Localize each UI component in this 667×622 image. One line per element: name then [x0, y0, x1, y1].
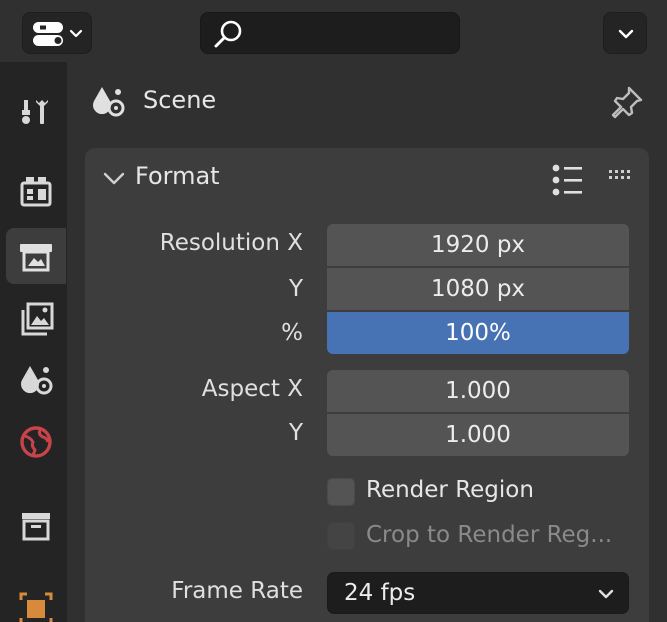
- editor-type-icon: [33, 22, 83, 46]
- aspect-x-field[interactable]: 1.000: [327, 370, 629, 412]
- render-icon: [20, 177, 52, 207]
- tab-render[interactable]: [6, 162, 66, 218]
- pin-icon[interactable]: [607, 82, 647, 122]
- tab-tool[interactable]: [6, 82, 66, 138]
- tab-collection[interactable]: [6, 498, 66, 554]
- context-row: Scene: [67, 62, 667, 142]
- format-panel-header[interactable]: Format: [85, 148, 649, 206]
- format-panel: Format Resolution X Y % 1920 px 1080 px …: [85, 148, 649, 622]
- properties-tab-strip: [0, 62, 67, 622]
- frame-rate-label: Frame Rate: [171, 578, 303, 604]
- scene-icon: [21, 366, 53, 395]
- aspect-y-field[interactable]: 1.000: [327, 414, 629, 456]
- properties-editor: Scene Format Resolution X Y % 1920 px 10…: [0, 0, 667, 622]
- world-icon: [20, 426, 52, 458]
- resolution-x-label: Resolution X: [159, 230, 303, 256]
- aspect-x-label: Aspect X: [201, 376, 303, 402]
- frame-rate-value: 24 fps: [344, 580, 416, 606]
- tab-output[interactable]: [6, 228, 66, 284]
- resolution-percent-label: %: [281, 320, 303, 346]
- chevron-down-icon: [598, 589, 614, 599]
- properties-content: Scene Format Resolution X Y % 1920 px 10…: [67, 62, 667, 622]
- tab-scene[interactable]: [6, 352, 66, 408]
- scene-icon: [93, 87, 125, 117]
- editor-header: [0, 0, 667, 62]
- aspect-y-label: Y: [288, 420, 303, 446]
- render-region-checkbox[interactable]: [327, 478, 355, 506]
- tab-view-layer[interactable]: [6, 290, 66, 346]
- crop-to-render-region-label: Crop to Render Reg...: [366, 522, 613, 548]
- chevron-down-icon: [103, 172, 125, 185]
- tab-world[interactable]: [6, 414, 66, 470]
- chevron-down-icon: [618, 29, 634, 39]
- tab-object[interactable]: [6, 578, 66, 622]
- context-label: Scene: [143, 86, 217, 114]
- crop-to-render-region-checkbox[interactable]: [327, 522, 355, 550]
- tool-icon: [22, 100, 48, 124]
- render-region-label: Render Region: [366, 477, 534, 503]
- frame-rate-dropdown[interactable]: 24 fps: [327, 572, 629, 614]
- view-layer-icon: [21, 302, 54, 336]
- resolution-y-label: Y: [288, 276, 303, 302]
- output-icon: [20, 244, 52, 272]
- editor-type-button[interactable]: [22, 12, 92, 54]
- resolution-percent-field[interactable]: 100%: [327, 312, 629, 354]
- collection-icon: [22, 513, 50, 541]
- object-icon: [19, 592, 53, 622]
- search-icon: [214, 20, 242, 48]
- presets-list-icon[interactable]: [549, 160, 589, 200]
- search-input[interactable]: [200, 12, 460, 54]
- resolution-y-field[interactable]: 1080 px: [327, 268, 629, 310]
- options-dropdown-button[interactable]: [603, 12, 647, 54]
- panel-title: Format: [135, 162, 220, 190]
- drag-handle-icon[interactable]: [607, 166, 637, 186]
- resolution-x-field[interactable]: 1920 px: [327, 224, 629, 266]
